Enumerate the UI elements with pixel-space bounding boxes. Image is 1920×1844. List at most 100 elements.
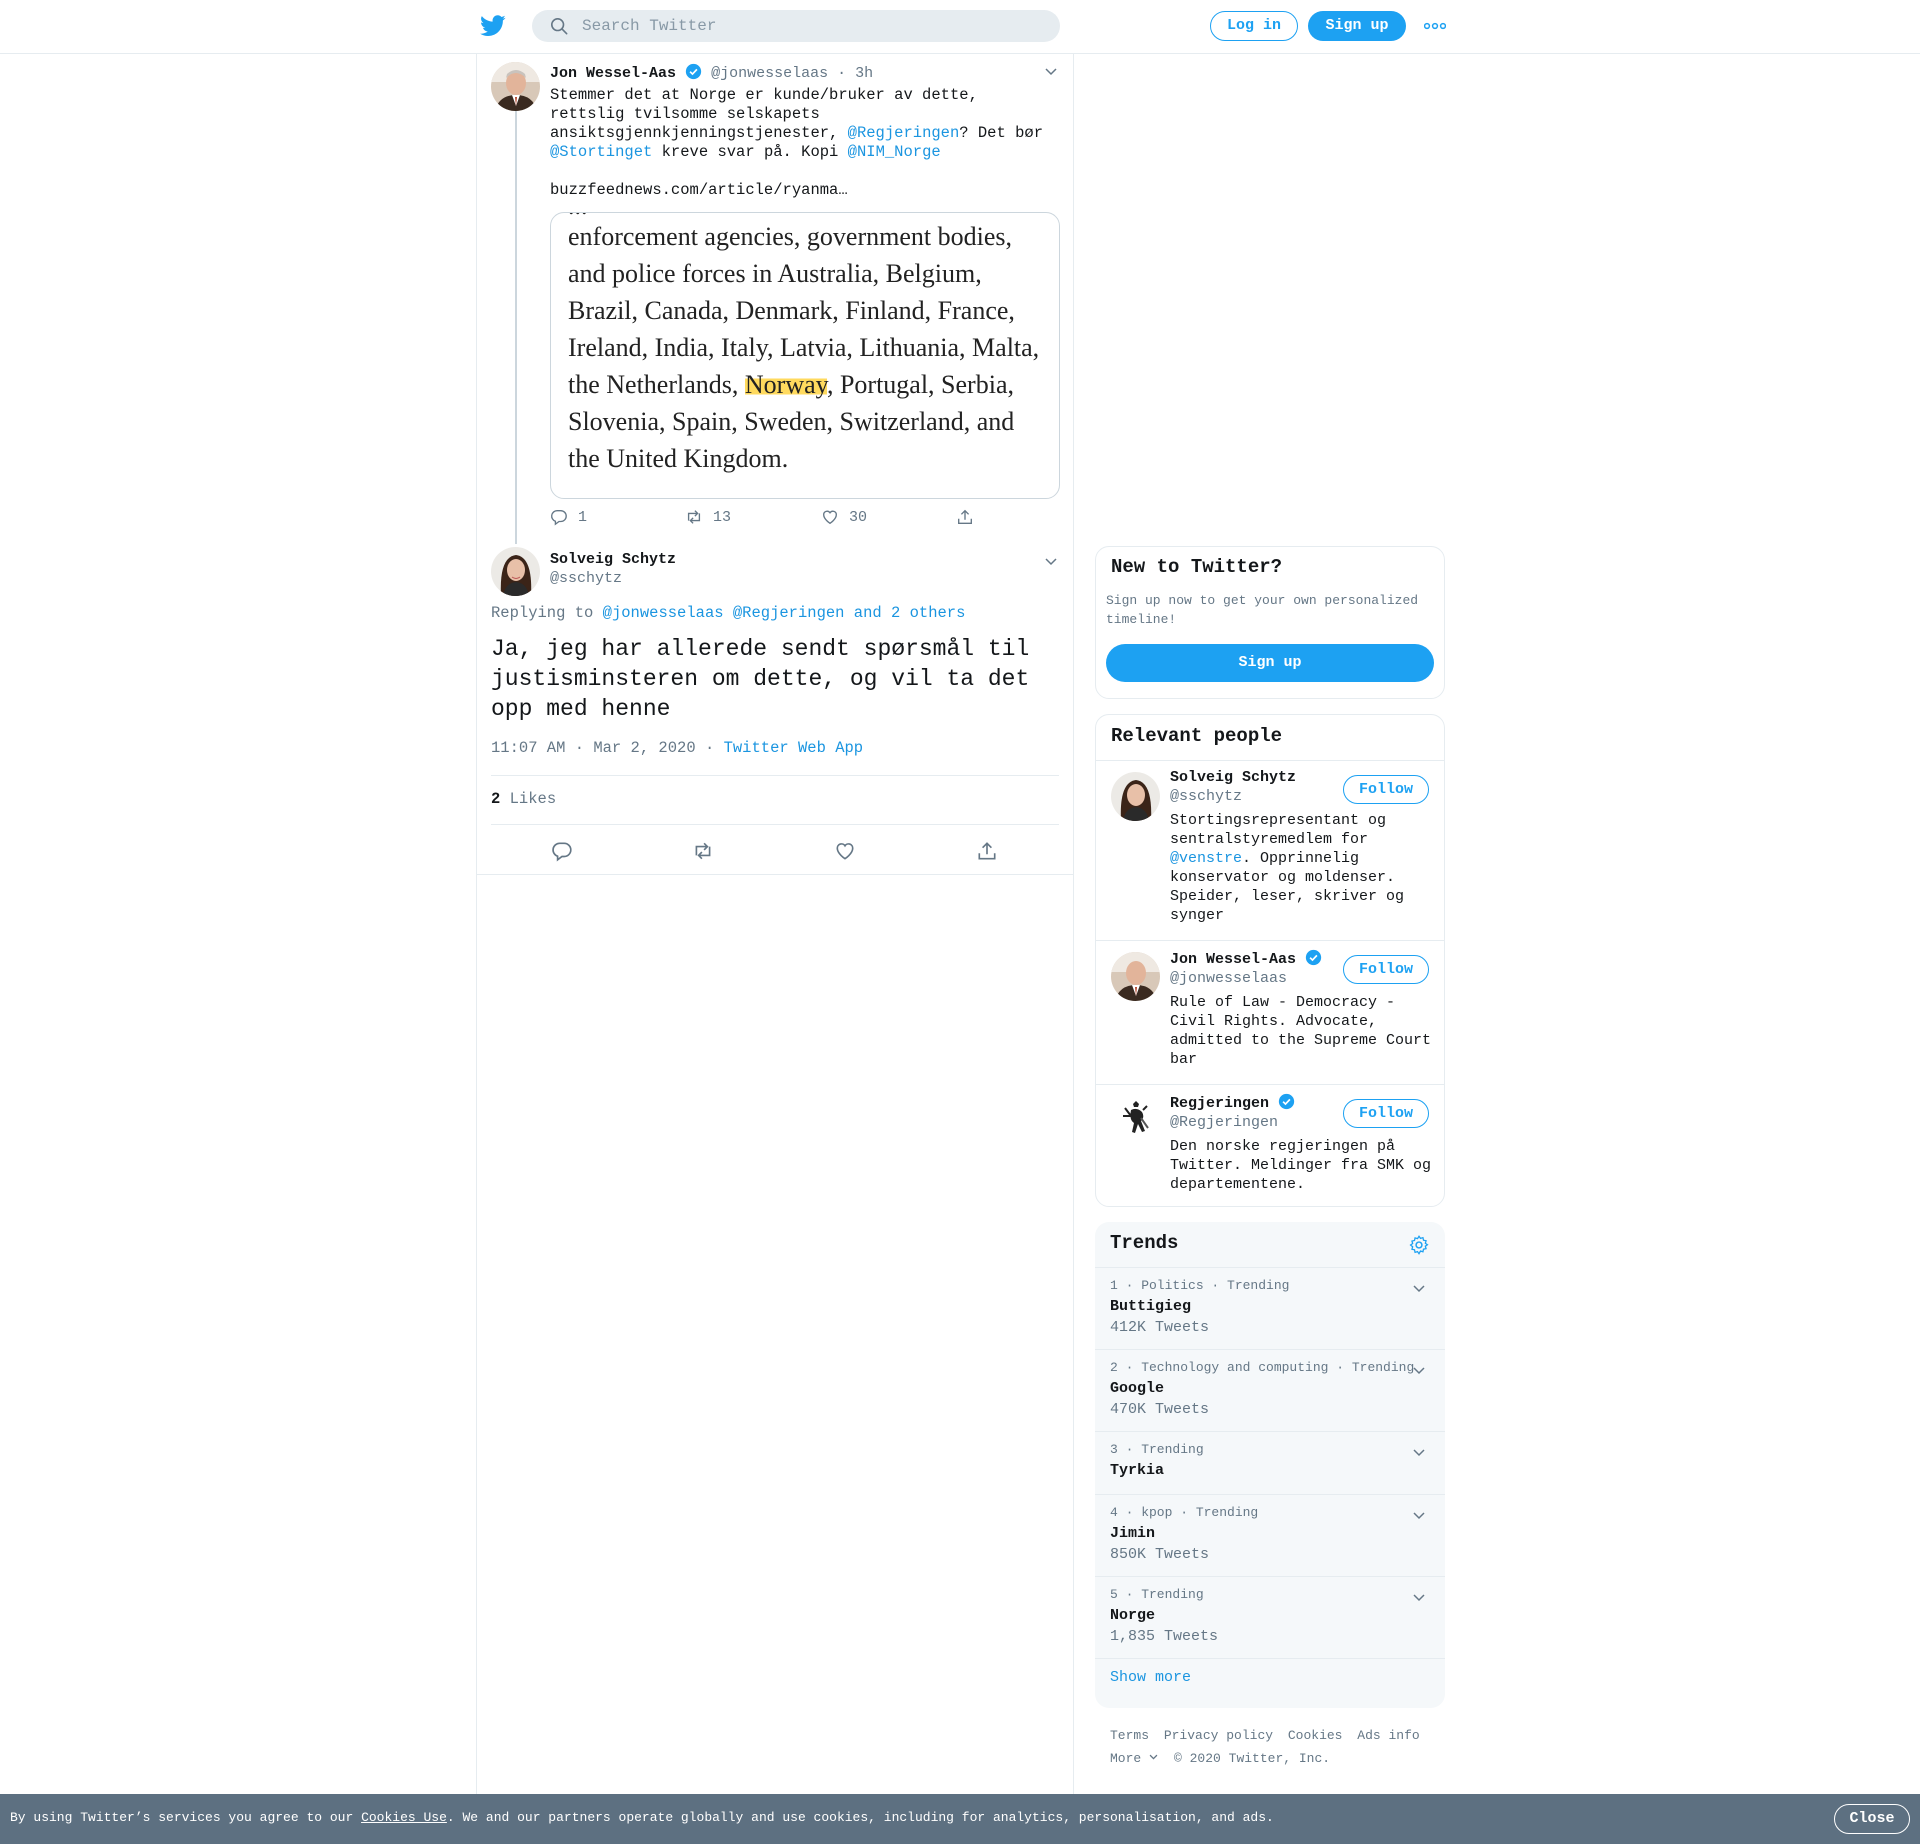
retweet-icon[interactable] — [692, 840, 714, 862]
search-input[interactable] — [582, 10, 1042, 42]
trend-name[interactable]: Google — [1110, 1380, 1164, 1397]
parent-tweet-text: Stemmer det at Norge er kunde/bruker av … — [550, 86, 1060, 162]
trend-item[interactable]: 5 · Trending Norge 1,835 Tweets — [1095, 1576, 1445, 1658]
top-navigation-bar: Log in Sign up — [0, 0, 1920, 54]
chevron-down-icon[interactable] — [1411, 1507, 1427, 1523]
tweet-text-segment: ? Det bør — [959, 124, 1043, 142]
login-button[interactable]: Log in — [1210, 11, 1298, 41]
trend-item[interactable]: 2 · Technology and computing · Trending … — [1095, 1349, 1445, 1431]
avatar[interactable] — [491, 62, 540, 111]
avatar[interactable] — [1111, 952, 1160, 1001]
mention-link[interactable]: @NIM_Norge — [848, 143, 941, 161]
mention-link[interactable]: @venstre — [1170, 850, 1242, 867]
trend-name[interactable]: Tyrkia — [1110, 1462, 1164, 1479]
footer-ads-link[interactable]: Ads info — [1357, 1728, 1419, 1743]
signup-button[interactable]: Sign up — [1106, 644, 1434, 682]
footer-more-menu[interactable]: More — [1110, 1751, 1159, 1766]
footer-copyright: © 2020 Twitter, Inc. — [1174, 1751, 1331, 1766]
show-more-link[interactable]: Show more — [1110, 1669, 1191, 1686]
person-name-line[interactable]: Regjeringen — [1170, 1093, 1295, 1112]
cookie-consent-bar: By using Twitter’s services you agree to… — [0, 1794, 1920, 1844]
trend-item[interactable]: 1 · Politics · Trending Buttigieg 412K T… — [1095, 1267, 1445, 1349]
chevron-down-icon[interactable] — [1411, 1280, 1427, 1296]
main-tweet-author-name[interactable]: Solveig Schytz — [550, 551, 676, 568]
divider — [1095, 1658, 1445, 1659]
like-count: 30 — [849, 508, 868, 526]
tweet-source-link[interactable]: Twitter Web App — [724, 739, 864, 757]
avatar-solveig-schytz-icon — [491, 547, 540, 596]
close-button[interactable]: Close — [1834, 1804, 1910, 1834]
tweet-time[interactable]: 3h — [855, 65, 873, 82]
footer-privacy-link[interactable]: Privacy policy — [1164, 1728, 1273, 1743]
more-dots-icon[interactable] — [1424, 20, 1446, 32]
card-subtitle: Sign up now to get your own personalized… — [1106, 593, 1419, 627]
card-title: New to Twitter? — [1111, 556, 1283, 578]
gear-icon[interactable] — [1408, 1234, 1430, 1256]
share-action[interactable] — [956, 508, 974, 526]
cookie-text: By using Twitter’s services you agree to… — [10, 1810, 1274, 1825]
chevron-down-icon[interactable] — [1411, 1362, 1427, 1378]
main-tweet-text: Ja, jeg har allerede sendt spørsmål til … — [491, 636, 1030, 722]
trend-count: 1,835 Tweets — [1110, 1628, 1219, 1645]
replying-to-line: Replying to @jonwesselaas @Regjeringen a… — [491, 604, 965, 622]
trend-item[interactable]: 4 · kpop · Trending Jimin 850K Tweets — [1095, 1494, 1445, 1576]
likes-summary[interactable]: 2 Likes — [491, 790, 556, 808]
person-item[interactable]: Regjeringen @Regjeringen Follow Den nors… — [1096, 1084, 1444, 1206]
author-handle[interactable]: @jonwesselaas — [711, 65, 828, 82]
retweet-count: 13 — [713, 508, 732, 526]
person-name[interactable]: Solveig Schytz — [1170, 769, 1296, 786]
divider — [476, 874, 1074, 875]
main-tweet-author-handle[interactable]: @sschytz — [550, 570, 622, 587]
norway-coat-of-arms-lion-icon — [1111, 1096, 1160, 1145]
signup-button[interactable]: Sign up — [1308, 11, 1406, 41]
trend-item[interactable]: 3 · Trending Tyrkia — [1095, 1431, 1445, 1494]
verified-badge-icon — [685, 63, 702, 80]
chevron-down-icon[interactable] — [1043, 63, 1059, 79]
chevron-down-icon[interactable] — [1411, 1589, 1427, 1605]
retweet-action[interactable]: 13 — [685, 508, 731, 526]
tweet-timestamp[interactable]: 11:07 AM · Mar 2, 2020 — [491, 739, 696, 757]
person-handle[interactable]: @jonwesselaas — [1170, 970, 1287, 987]
trend-name[interactable]: Norge — [1110, 1607, 1155, 1624]
person-handle[interactable]: @Regjeringen — [1170, 1114, 1278, 1131]
twitter-logo-icon[interactable] — [480, 14, 506, 38]
chevron-down-icon[interactable] — [1411, 1444, 1427, 1460]
trend-meta: 4 · kpop · Trending — [1110, 1505, 1259, 1520]
share-icon[interactable] — [976, 840, 998, 862]
person-item[interactable]: Solveig Schytz @sschytz Follow Stortings… — [1096, 760, 1444, 940]
trend-name[interactable]: Buttigieg — [1110, 1298, 1191, 1315]
avatar[interactable] — [491, 547, 540, 596]
mention-link[interactable]: @Stortinget — [550, 143, 652, 161]
parent-tweet-header: Jon Wessel-Aas @jonwesselaas · 3h — [550, 63, 873, 82]
quoted-image-card[interactable]: ... enforcement agencies, government bod… — [550, 212, 1060, 499]
mention-link[interactable]: @Regjeringen — [848, 124, 960, 142]
person-name-line[interactable]: Jon Wessel-Aas — [1170, 949, 1322, 968]
person-item[interactable]: Jon Wessel-Aas @jonwesselaas Follow Rule… — [1096, 940, 1444, 1084]
author-name[interactable]: Jon Wessel-Aas — [550, 65, 676, 82]
footer-cookies-link[interactable]: Cookies — [1288, 1728, 1343, 1743]
follow-button[interactable]: Follow — [1343, 955, 1429, 984]
author-name[interactable]: Solveig Schytz — [550, 551, 676, 568]
person-name[interactable]: Jon Wessel-Aas — [1170, 951, 1296, 968]
follow-button[interactable]: Follow — [1343, 1099, 1429, 1128]
trend-count: 850K Tweets — [1110, 1546, 1210, 1563]
replying-to-links[interactable]: @jonwesselaas @Regjeringen and 2 others — [603, 604, 966, 622]
avatar-jon-wessel-aas-icon — [491, 62, 540, 111]
avatar[interactable] — [1111, 1096, 1160, 1145]
reply-icon[interactable] — [551, 840, 573, 862]
chevron-down-icon[interactable] — [1043, 553, 1059, 569]
article-link[interactable]: buzzfeednews.com/article/ryanma… — [550, 181, 848, 200]
person-name[interactable]: Regjeringen — [1170, 1095, 1269, 1112]
search-icon — [550, 17, 568, 35]
trend-name[interactable]: Jimin — [1110, 1525, 1155, 1542]
search-box[interactable] — [532, 10, 1060, 42]
cookie-text-segment: . We and our partners operate globally a… — [446, 1810, 1274, 1825]
cookies-use-link[interactable]: Cookies Use — [361, 1810, 447, 1825]
avatar[interactable] — [1111, 772, 1160, 821]
person-handle[interactable]: @sschytz — [1170, 788, 1242, 805]
heart-icon[interactable] — [834, 840, 856, 862]
follow-button[interactable]: Follow — [1343, 775, 1429, 804]
footer-terms-link[interactable]: Terms — [1110, 1728, 1149, 1743]
like-action[interactable]: 30 — [821, 508, 867, 526]
reply-action[interactable]: 1 — [550, 508, 587, 526]
